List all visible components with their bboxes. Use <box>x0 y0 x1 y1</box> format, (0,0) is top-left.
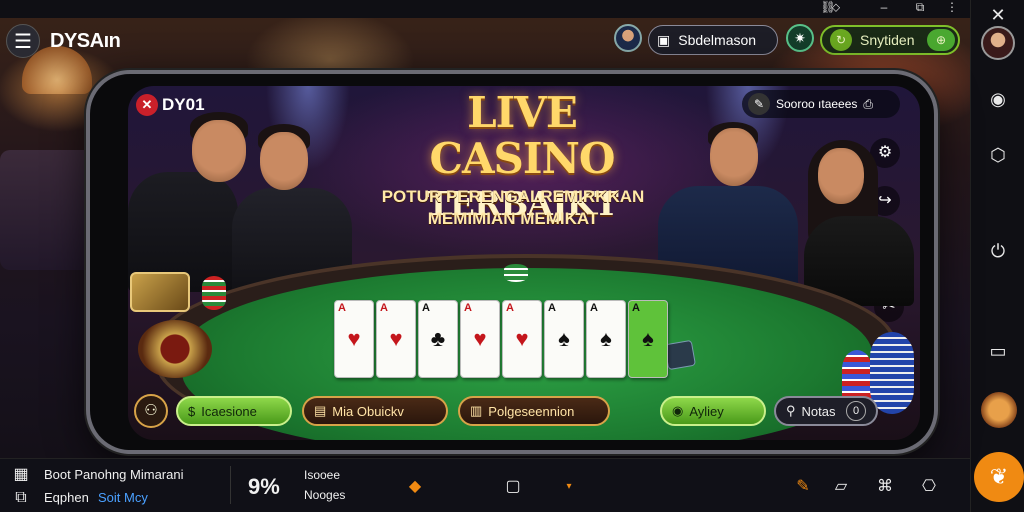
window-icon[interactable]: ▭ <box>983 336 1013 366</box>
pin-icon[interactable]: ⧉ <box>912 0 928 14</box>
promo-subline-2: MEMIMIAN MEMIKAT <box>427 209 599 228</box>
power-icon[interactable]: ⏻ <box>983 236 1013 266</box>
chip-menu-button[interactable]: ⚇ <box>134 394 168 428</box>
controller-icon: ⊕ <box>927 29 955 51</box>
headline-live-casino: LIVE CASINO <box>429 88 616 183</box>
bottom-percent: 9% <box>248 474 280 499</box>
casino-brand: ✕ DY01 <box>136 94 205 116</box>
chip-stack-right-tall <box>870 332 914 414</box>
rewards-button[interactable]: ✷ <box>786 24 814 52</box>
edit-icon[interactable]: ✎ <box>792 476 814 498</box>
rail-avatar[interactable] <box>981 26 1015 60</box>
food-thumbnail[interactable] <box>981 392 1017 428</box>
search-icon: ⚲ <box>786 403 796 418</box>
roulette-decor <box>138 320 212 378</box>
dollar-icon: $ <box>188 403 196 419</box>
playing-card[interactable]: A ♠ <box>544 300 584 378</box>
menu-dots-icon[interactable]: ⋮ <box>944 0 960 14</box>
slot-machine-decor <box>130 272 190 312</box>
grid-icon[interactable]: ▦ <box>10 464 32 486</box>
share-icon[interactable]: ⬦ <box>828 0 844 14</box>
card-icon: ▣ <box>657 31 671 48</box>
document-icon: ▤ <box>314 403 327 418</box>
action-button-5[interactable]: ⚲ Notas 0 <box>774 396 878 426</box>
playing-card-highlighted[interactable]: A ♠ <box>628 300 668 378</box>
action-button-4[interactable]: ◉ Ayliey <box>660 396 766 426</box>
bottom-divider <box>230 466 231 504</box>
search-pill[interactable]: ▣ Sbdelmason <box>648 25 778 55</box>
action-pill[interactable]: ↻ Snytiden ⊕ <box>820 25 960 55</box>
right-rail: ✕ ◉ ⬡ ⏻ ▭ ❦ <box>970 0 1024 512</box>
bottom-line-1: Boot Panohng Mimarani <box>44 467 184 482</box>
chips-icon: ⚇ <box>144 402 158 419</box>
qr-icon[interactable]: ⧉ <box>10 487 32 509</box>
square-icon[interactable]: ▢ <box>502 476 524 498</box>
phone-screen: ✕ DY01 ✎ Sooroo ıtaeees ⎙ ⚙ ↪ ✂ LIVE CAS… <box>128 86 920 440</box>
playing-card[interactable]: A ♥ <box>376 300 416 378</box>
brand-name: DY01 <box>162 95 205 114</box>
hamburger-icon: ☰ <box>14 30 32 53</box>
coin-icon: ◉ <box>672 403 684 418</box>
promo-subline-1: POTUR PERENGALREMIRKKAN <box>381 187 645 206</box>
brand-logo-icon: ✕ <box>136 94 158 116</box>
bottom-line-2a: Eqphen <box>44 490 89 505</box>
playing-card[interactable]: A ♠ <box>586 300 626 378</box>
bottom-stat-1: Isooee <box>304 468 341 482</box>
minimize-icon[interactable]: – <box>876 0 892 14</box>
profile-avatar[interactable] <box>614 24 642 52</box>
chip-stack-left <box>202 276 226 310</box>
action-button-1[interactable]: $ Icaesione <box>176 396 292 426</box>
playing-card[interactable]: A ♥ <box>502 300 542 378</box>
ticket-icon: ▥ <box>470 403 483 418</box>
user-icon[interactable]: ◉ <box>983 84 1013 114</box>
chip-stack-center <box>504 264 528 282</box>
star-icon: ✷ <box>794 30 806 46</box>
diamond-icon[interactable]: ◆ <box>404 476 426 498</box>
playing-card[interactable]: A ♣ <box>418 300 458 378</box>
sound-settings-pill[interactable]: ✎ Sooroo ıtaeees ⎙ <box>742 90 900 118</box>
gamepad-icon[interactable]: ⎔ <box>918 476 940 498</box>
sound-label: Sooroo ıtaeees <box>776 97 858 111</box>
top-system-bar: ⛓ ⬦ – ⧉ ⋮ <box>0 0 970 18</box>
playing-card[interactable]: A ♥ <box>460 300 500 378</box>
action-pill-label: Snytiden <box>860 32 915 48</box>
app-launch-button[interactable]: ❦ <box>974 452 1024 502</box>
sofa-decor <box>0 150 100 270</box>
leaf-icon: ❦ <box>989 464 1009 489</box>
action-button-3[interactable]: ▥ Polgeseennion <box>458 396 610 426</box>
card-shoe-decor <box>663 339 697 371</box>
action-button-2[interactable]: ▤ Mia Obuickv <box>302 396 448 426</box>
chat-icon[interactable]: ▱ <box>830 476 852 498</box>
hexagon-icon[interactable]: ⬡ <box>983 140 1013 170</box>
bottom-line-2b[interactable]: Soit Mcy <box>98 490 148 505</box>
loop-icon: ↻ <box>830 29 852 51</box>
link-share-icon[interactable]: ⌘ <box>874 476 896 498</box>
bottom-stat-2: Nooges <box>304 488 346 502</box>
promo-subline: POTUR PERENGALREMIRKKAN MEMIMIAN MEMIKAT <box>378 186 648 230</box>
playing-card[interactable]: A ♥ <box>334 300 374 378</box>
hamburger-menu-button[interactable]: ☰ <box>6 24 40 58</box>
camera-icon: ⎙ <box>863 96 874 111</box>
search-pill-label: Sbdelmason <box>678 32 757 48</box>
dot-icon[interactable]: ▾ <box>558 476 580 498</box>
app-title: DYSAın <box>50 30 121 52</box>
speaker-icon: ✎ <box>748 93 770 115</box>
info-icon: 0 <box>846 401 866 421</box>
